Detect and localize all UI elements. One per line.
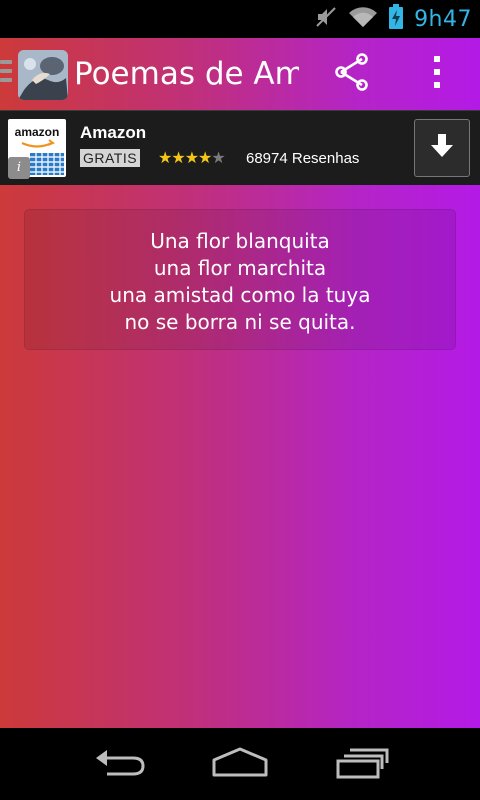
home-button[interactable] [200,740,280,788]
recent-apps-button[interactable] [322,740,402,788]
app-icon[interactable] [18,50,68,100]
overflow-menu-button[interactable] [412,46,462,102]
status-bar: 9h47 [0,0,480,38]
ad-price-badge: GRATIS [80,149,141,167]
wifi-icon [348,5,378,33]
battery-charging-icon [388,4,404,34]
star-filled-icon: ★ [171,148,185,167]
home-icon [211,746,269,782]
navigation-bar [0,728,480,800]
ad-info-icon[interactable]: i [8,157,30,179]
poem-line: Una flor blanquita [150,229,330,253]
action-bar: Poemas de Ami [0,38,480,110]
recent-apps-icon [334,745,390,783]
mute-icon [314,5,338,33]
poem-line: una flor marchita [153,256,327,280]
poem-line: una amistad como la tuya [109,283,371,307]
star-filled-icon: ★ [184,148,199,167]
poem-card[interactable]: Una flor blanquita una flor marchita una… [24,209,456,350]
ad-title: Amazon [80,123,147,142]
back-button[interactable] [80,740,160,788]
ad-reviews-count: 68974 Resenhas [246,150,360,167]
app-title: Poemas de Ami [74,56,299,92]
drawer-indicator-icon[interactable] [0,60,14,86]
ad-download-button[interactable] [414,119,470,177]
poem-line: no se borra ni se quita. [124,310,356,334]
share-icon [332,52,372,96]
ad-rating-stars: ★★★★★ [158,148,226,167]
overflow-menu-icon [432,55,442,93]
status-time: 9h47 [414,6,472,32]
app-content: Poemas de Ami amazon i Amazon GRATIS ★★★… [0,38,480,728]
share-button[interactable] [324,46,380,102]
ad-banner[interactable]: amazon i Amazon GRATIS ★★★★★ 68974 Resen… [0,110,480,185]
back-icon [93,746,147,782]
star-filled-icon: ★ [198,148,212,167]
star-empty-icon: ★ [211,148,225,167]
download-icon [428,132,456,164]
star-filled-icon: ★ [158,148,172,167]
